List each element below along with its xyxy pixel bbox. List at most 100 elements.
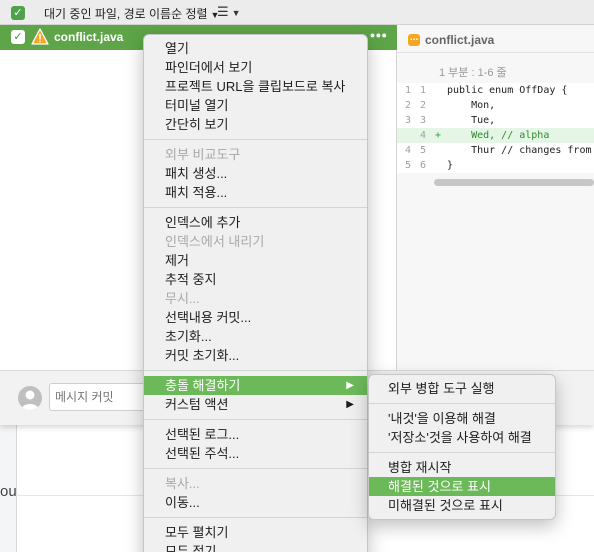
new-line-number: 4 <box>419 130 426 141</box>
context-menu-item[interactable]: 커밋 초기화... <box>144 346 367 365</box>
context-menu-item: 인덱스에서 내리기 <box>144 232 367 251</box>
diff-line: 4 + Wed, // alpha <box>397 128 594 143</box>
code-text: Thur // changes from <box>447 145 592 156</box>
context-menu-item: 외부 비교도구 <box>144 145 367 164</box>
diff-line: 22 Mon, <box>397 98 594 113</box>
context-menu-item-label: 초기화... <box>165 329 212 344</box>
diff-mark: + <box>435 130 442 141</box>
menu-separator <box>369 403 555 404</box>
submenu-item-label: 미해결된 것으로 표시 <box>388 498 503 513</box>
menu-separator <box>144 419 367 420</box>
submenu-item[interactable]: 해결된 것으로 표시 <box>369 477 555 496</box>
diff-pane: ⋯ conflict.java 1 부분 : 1-6 줄 1 1 public en… <box>397 25 594 370</box>
code-text: Tue, <box>447 115 496 126</box>
context-menu-item[interactable]: 제거 <box>144 251 367 270</box>
context-menu-item[interactable]: 터미널 열기 <box>144 96 367 115</box>
context-menu-item-label: 제거 <box>165 253 189 268</box>
context-menu-item[interactable]: 모두 펼치기 <box>144 523 367 542</box>
new-line-number: 3 <box>419 115 426 126</box>
select-all-checkbox[interactable]: ✓ <box>11 6 25 20</box>
context-menu-item-label: 커스텀 액션 <box>165 397 229 412</box>
context-menu-item-label: 커밋 초기화... <box>165 348 240 363</box>
menu-separator <box>144 139 367 140</box>
context-menu-item[interactable]: 패치 적용... <box>144 183 367 202</box>
menu-separator <box>144 517 367 518</box>
context-menu-item-label: 터미널 열기 <box>165 98 229 113</box>
context-menu-item[interactable]: 패치 생성... <box>144 164 367 183</box>
submenu-item-label: 외부 병합 도구 실행 <box>388 381 495 396</box>
old-line-number: 1 <box>404 85 411 96</box>
menu-separator <box>144 468 367 469</box>
menu-separator <box>369 452 555 453</box>
menu-separator <box>144 370 367 371</box>
new-line-number: 5 <box>419 145 426 156</box>
chevron-down-icon: ▼ <box>231 8 241 18</box>
file-toolbar: ✓ 대기 중인 파일, 경로 이름순 정렬 ▼ ☰ ▼ <box>0 0 594 25</box>
context-menu-item[interactable]: 커스텀 액션 ▶ <box>144 395 367 414</box>
code-text: public enum OffDay { <box>447 85 568 96</box>
context-menu-item[interactable]: 충돌 해결하기 ▶ <box>144 376 367 395</box>
context-menu-item-label: 추적 중지 <box>165 272 217 287</box>
list-icon: ☰ <box>217 4 229 19</box>
diff-file-title: conflict.java <box>425 33 495 47</box>
context-menu-item[interactable]: 이동... <box>144 493 367 512</box>
context-menu-item[interactable]: 선택된 로그... <box>144 425 367 444</box>
file-name: conflict.java <box>54 30 124 44</box>
context-menu-item[interactable]: 모두 접기 <box>144 542 367 552</box>
context-menu-item-label: 무시... <box>165 291 200 306</box>
avatar <box>18 386 42 410</box>
diff-line: 45 Thur // changes from <box>397 143 594 158</box>
context-menu-item-label: 선택된 주석... <box>165 446 240 461</box>
view-mode-dropdown[interactable]: ☰ ▼ <box>217 4 241 20</box>
context-menu-item[interactable]: 인덱스에 추가 <box>144 213 367 232</box>
old-line-number: 5 <box>404 160 411 171</box>
context-menu-item[interactable]: 선택된 주석... <box>144 444 367 463</box>
code-text: Wed, // alpha <box>447 130 550 141</box>
submenu-arrow-icon: ▶ <box>346 380 354 391</box>
background-text-fragment: ou <box>0 483 17 500</box>
old-line-number: 4 <box>404 145 411 156</box>
context-menu-item[interactable]: 열기 <box>144 39 367 58</box>
filter-dropdown[interactable]: 대기 중인 파일, 경로 이름순 정렬 ▼ <box>44 5 219 22</box>
submenu-item-label: '저장소'것을 사용하여 해결 <box>388 430 532 445</box>
warning-triangle-icon <box>31 28 49 45</box>
submenu-item[interactable]: '내것'을 이용해 해결 <box>369 409 555 428</box>
filter-label: 대기 중인 파일, 경로 이름순 정렬 <box>44 7 208 21</box>
old-line-number: 2 <box>404 100 411 111</box>
context-menu-item[interactable]: 추적 중지 <box>144 270 367 289</box>
context-menu-item[interactable]: 초기화... <box>144 327 367 346</box>
more-options-icon[interactable]: ••• <box>370 27 388 43</box>
submenu-arrow-icon: ▶ <box>346 399 354 410</box>
diff-line: 33 Tue, <box>397 113 594 128</box>
context-menu-item-label: 선택된 로그... <box>165 427 240 442</box>
diff-line: 5 6} <box>397 158 594 173</box>
context-menu-item-label: 모두 펼치기 <box>165 525 229 540</box>
resolve-conflicts-submenu: 외부 병합 도구 실행 '내것'을 이용해 해결 '저장소'것을 사용하여 해결병합… <box>368 374 556 520</box>
submenu-item-label: 병합 재시작 <box>388 460 452 475</box>
context-menu-item: 무시... <box>144 289 367 308</box>
submenu-item[interactable]: 미해결된 것으로 표시 <box>369 496 555 515</box>
context-menu-item-label: 외부 비교도구 <box>165 147 241 162</box>
context-menu-item: 복사... <box>144 474 367 493</box>
context-menu: 열기파인더에서 보기프로젝트 URL을 클립보드로 복사터미널 열기간단히 보기… <box>143 34 368 552</box>
old-line-number: 3 <box>404 115 411 126</box>
context-menu-item[interactable]: 프로젝트 URL을 클립보드로 복사 <box>144 77 367 96</box>
submenu-item[interactable]: 외부 병합 도구 실행 <box>369 379 555 398</box>
code-text: } <box>447 160 454 171</box>
context-menu-item-label: 프로젝트 URL을 클립보드로 복사 <box>165 79 346 94</box>
horizontal-scrollbar[interactable] <box>434 179 594 186</box>
hunk-label: 1 부분 : 1-6 줄 <box>439 67 507 79</box>
new-line-number: 1 <box>419 85 426 96</box>
context-menu-item-label: 열기 <box>165 41 189 56</box>
submenu-item[interactable]: 병합 재시작 <box>369 458 555 477</box>
context-menu-item[interactable]: 간단히 보기 <box>144 115 367 134</box>
code-text: Mon, <box>447 100 496 111</box>
context-menu-item-label: 이동... <box>165 495 200 510</box>
context-menu-item[interactable]: 선택내용 커밋... <box>144 308 367 327</box>
context-menu-item[interactable]: 파인더에서 보기 <box>144 58 367 77</box>
context-menu-item-label: 모두 접기 <box>165 544 217 552</box>
new-line-number: 6 <box>419 160 426 171</box>
submenu-item[interactable]: '저장소'것을 사용하여 해결 <box>369 428 555 447</box>
file-checkbox[interactable]: ✓ <box>11 30 25 44</box>
diff-line: 1 1 public enum OffDay { <box>397 83 594 98</box>
